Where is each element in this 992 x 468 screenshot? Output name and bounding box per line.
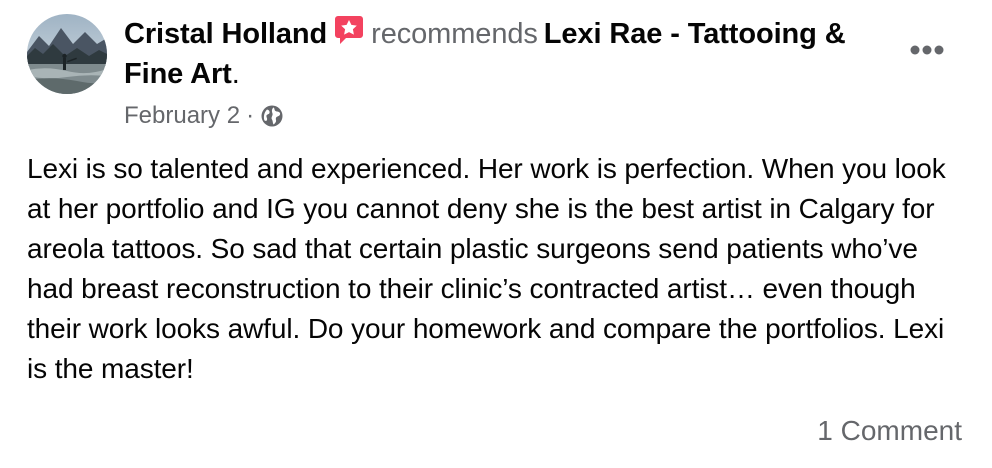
more-options-icon[interactable] [907, 36, 947, 64]
star-speech-bubble-icon [333, 14, 365, 46]
globe-icon[interactable] [260, 104, 284, 128]
recommendation-post: Cristal Holland recommends Lexi Rae - Tatt… [0, 0, 992, 468]
recommends-label: recommends [371, 18, 538, 50]
post-date[interactable]: February 2 [124, 100, 240, 132]
author-name[interactable]: Cristal Holland [124, 18, 327, 50]
avatar[interactable] [27, 14, 107, 94]
comments-count-link[interactable]: 1 Comment [817, 412, 962, 450]
post-meta: February 2 · [124, 100, 284, 132]
post-body: Lexi is so talented and experienced. Her… [27, 153, 946, 384]
post-header: Cristal Holland recommends Lexi Rae - Tatt… [124, 14, 904, 94]
page-name-period: . [231, 58, 240, 90]
meta-separator: · [246, 102, 255, 129]
